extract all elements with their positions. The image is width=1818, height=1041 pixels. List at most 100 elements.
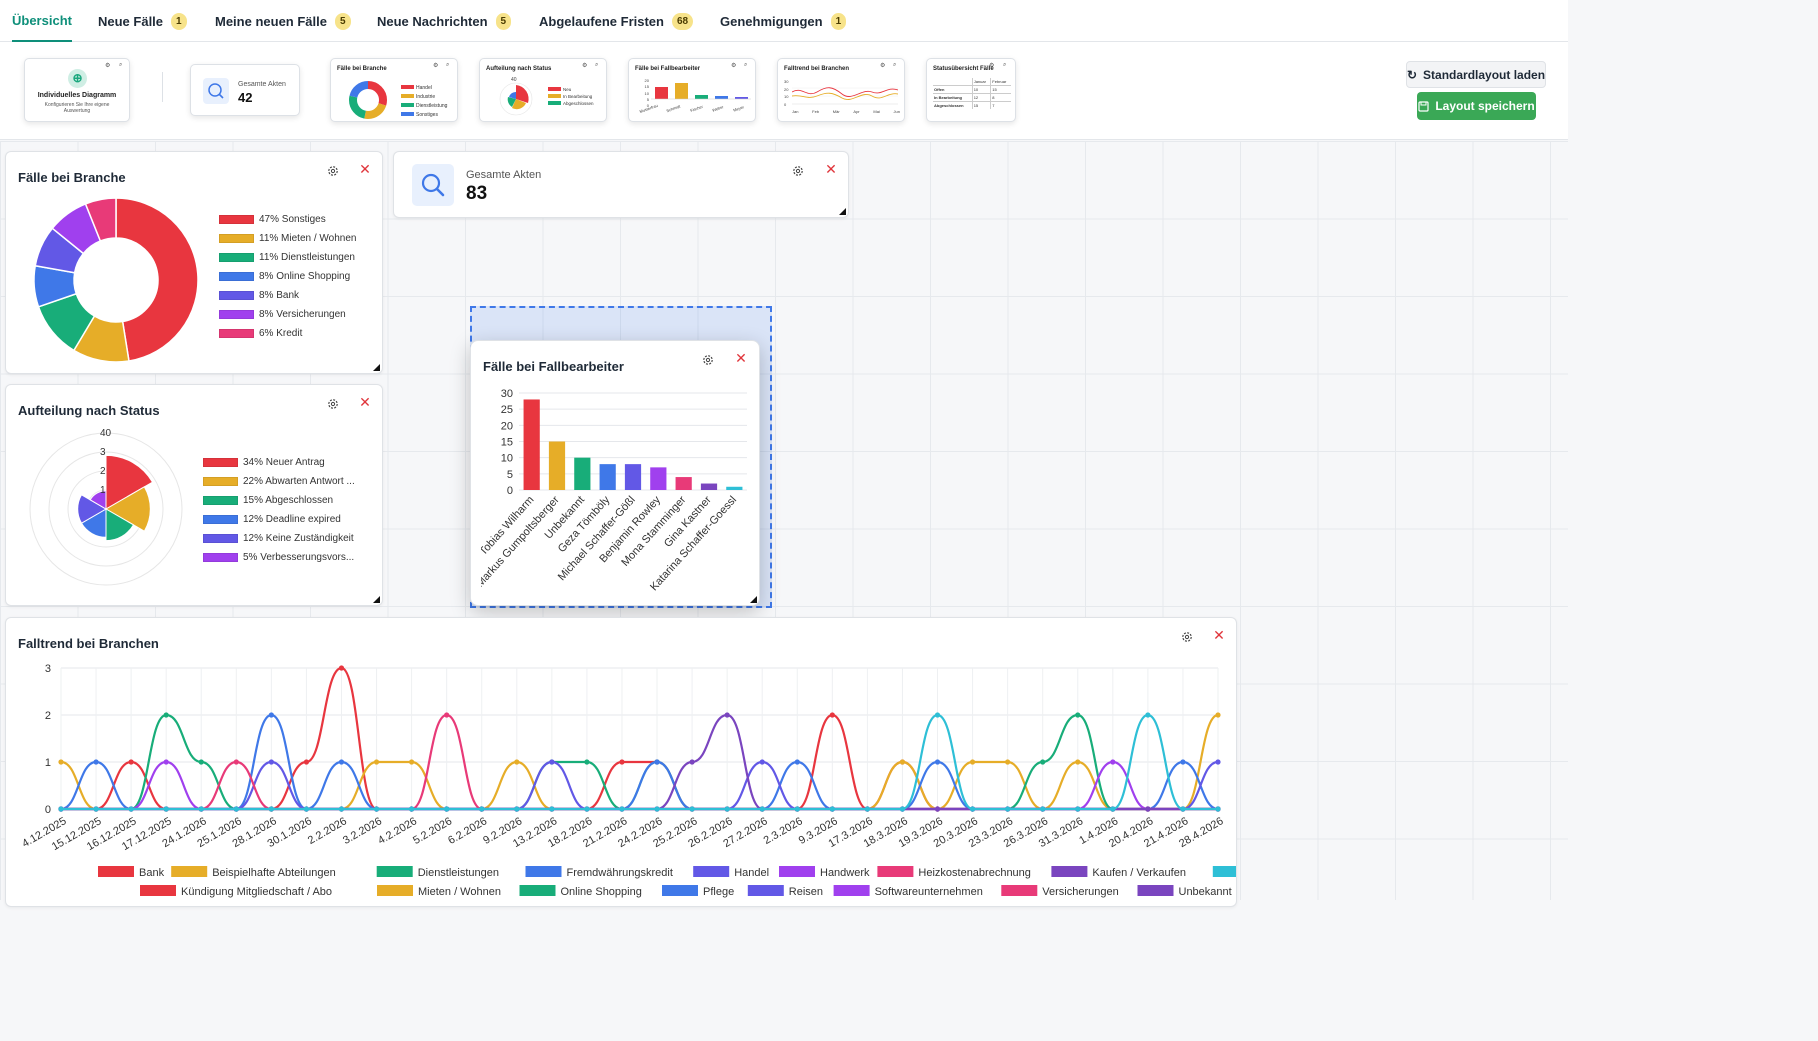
data-point [829,712,835,718]
gear-icon[interactable]: ⚙ [105,62,110,69]
widget-faelle-bei-fallbearbeiter[interactable]: Fälle bei Fallbearbeiter ✕ 0 5 10 15 20 25 30 T… [470,340,760,606]
gear-icon[interactable] [701,353,715,367]
palette-total-cases[interactable]: Gesamte Akten 42 [190,64,300,116]
tab-uebersicht[interactable]: Übersicht [12,0,72,42]
data-point [373,806,380,812]
tick-label: 25 [501,404,513,416]
resize-handle[interactable] [373,364,380,371]
legend-swatch [1212,866,1236,877]
resize-handle[interactable] [839,208,846,215]
data-point [1180,759,1186,765]
tab-abgelaufene-fristen[interactable]: Abgelaufene Fristen 68 [539,0,694,42]
tick-label: Jun [893,109,900,114]
widget-falltrend-bei-branchen[interactable]: Falltrend bei Branchen ✕ 0 1 2 3 4.12.2025 15… [5,617,1237,907]
close-icon[interactable]: ✕ [824,162,838,176]
legend-swatch [747,885,784,896]
legend-label: Mieten / Wohnen [418,886,501,898]
data-point [373,759,380,765]
search-icon[interactable]: ⌕ [446,62,449,69]
tab-neue-faelle[interactable]: Neue Fälle 1 [98,0,187,42]
legend-swatch [779,866,815,877]
gear-icon[interactable]: ⚙ [989,62,994,69]
save-icon [1418,100,1429,112]
data-point [1215,806,1221,812]
legend-item: 34% Neuer Antrag [203,457,325,468]
tick-label: 3 [100,447,106,458]
legend-swatch [1051,866,1088,877]
gear-icon[interactable]: ⚙ [731,62,736,69]
palette-bearbeiter-chart[interactable]: Fälle bei Fallbearbeiter ⚙ ⌕ 20 15 10 5 … [628,58,756,122]
legend-swatch [140,885,176,896]
tick-label: Feb [812,109,820,114]
widget-title: Fälle bei Fallbearbeiter [483,359,624,374]
gear-icon[interactable] [326,164,340,178]
data-point [934,712,941,718]
data-point [1075,806,1081,812]
resize-handle[interactable] [750,596,757,603]
mini-donut-chart [349,81,387,119]
data-point [233,759,239,765]
data-point [444,712,450,718]
widget-aufteilung-nach-status[interactable]: Aufteilung nach Status ✕ 40 3 2 1 34% Ne… [5,384,383,606]
palette-status-table[interactable]: Statusübersicht Fälle ⚙ ⌕ Januar Februar … [926,58,1016,122]
tick-label: 0 [507,485,513,497]
search-icon[interactable]: ⌕ [119,62,122,69]
palette-custom-chart[interactable]: ⚙ ⌕ ⊕ Individuelles Diagramm Konfigurier… [24,58,130,122]
palette-status-chart[interactable]: Aufteilung nach Status ⚙ ⌕ 40 Neu In Bea… [479,58,607,122]
legend-swatch [877,866,914,877]
bar-chart: 051015202530Tobias WilharmMarkus Gumpolt… [481,388,747,593]
palette-branche-chart[interactable]: Fälle bei Branche ⚙ ⌕ Handel Industrie D… [330,58,458,122]
legend-item: Dienstleistung [401,102,447,111]
legend-label: Online Shopping [561,886,642,898]
gear-icon[interactable]: ⚙ [582,62,587,69]
line-chart: 01234.12.202515.12.202516.12.202517.12.2… [20,663,1236,898]
search-icon[interactable]: ⌕ [1003,62,1006,69]
data-point [338,759,345,765]
tick-label: Schmidt [665,103,681,114]
legend-swatch [662,885,698,896]
search-icon[interactable]: ⌕ [744,62,747,69]
data-point [689,806,695,812]
data-point [163,759,169,765]
data-point [303,806,310,812]
legend-swatch [693,866,730,877]
data-point [724,806,730,812]
close-icon[interactable]: ✕ [734,351,748,365]
gear-icon[interactable] [1180,630,1194,644]
legend-swatch [525,866,562,877]
pie-slice [115,197,199,362]
save-layout-button[interactable]: Layout speichern [1417,92,1536,120]
resize-handle[interactable] [373,596,380,603]
data-point [899,806,906,812]
load-default-layout-button[interactable]: ↻ Standardlayout laden [1406,61,1546,88]
search-icon[interactable]: ⌕ [595,62,598,69]
gear-icon[interactable]: ⚙ [433,62,438,69]
data-point [479,806,485,812]
close-icon[interactable]: ✕ [358,162,372,176]
tab-genehmigungen[interactable]: Genehmigungen 1 [720,0,847,42]
tab-neue-nachrichten[interactable]: Neue Nachrichten 5 [377,0,512,42]
widget-gesamte-akten[interactable]: Gesamte Akten 83 ✕ [393,151,849,218]
data-point [969,806,976,812]
legend-swatch [519,885,556,896]
widget-faelle-bei-branche[interactable]: Fälle bei Branche ✕ 47% Sonstiges 11% Mi… [5,151,383,374]
tab-meine-neuen-faelle[interactable]: Meine neuen Fälle 5 [215,0,351,42]
close-icon[interactable]: ✕ [358,395,372,409]
legend-item: 15% Abgeschlossen [203,495,333,506]
data-point [1005,806,1011,812]
tick-label: Jan [792,109,799,114]
data-point [268,806,274,812]
data-point [58,759,64,765]
tick-label: 10 [784,94,789,99]
data-point [1145,712,1151,718]
close-icon[interactable]: ✕ [1212,628,1226,642]
data-point [549,806,555,812]
gear-icon[interactable] [326,397,340,411]
bar [574,457,591,490]
palette-trend-chart[interactable]: Falltrend bei Branchen ⚙ ⌕ 30 20 10 0 Ja… [777,58,905,122]
tick-label: 30 [501,388,513,400]
gear-icon[interactable]: ⚙ [880,62,885,69]
data-point [1040,806,1046,812]
gear-icon[interactable] [791,164,805,178]
search-icon[interactable]: ⌕ [893,62,896,69]
